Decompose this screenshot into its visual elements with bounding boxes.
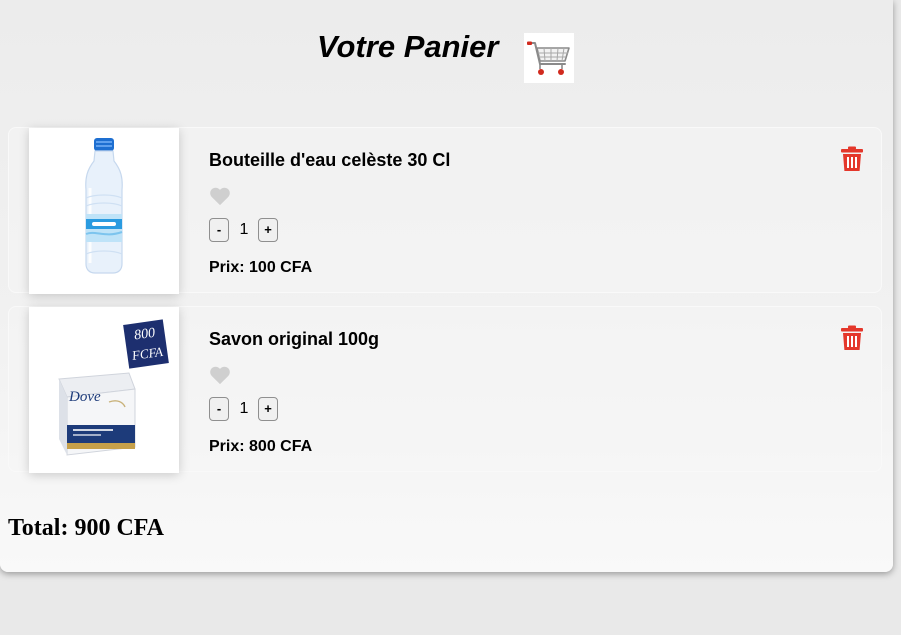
trash-icon[interactable]: [840, 325, 864, 351]
quantity-value: 1: [239, 400, 249, 417]
shopping-cart-icon: [524, 33, 574, 83]
cart-item: 800 FCFA Dove Savon original 100g - 1 +: [8, 306, 882, 473]
heart-icon[interactable]: [209, 365, 231, 385]
item-price: Prix: 800 CFA: [209, 438, 313, 455]
item-price: Prix: 100 CFA: [209, 259, 313, 276]
decrease-quantity-button[interactable]: -: [209, 397, 229, 421]
decrease-quantity-button[interactable]: -: [209, 218, 229, 242]
quantity-value: 1: [239, 221, 249, 238]
item-name: Savon original 100g: [209, 329, 380, 349]
cart-panel: Votre Panier Bouteille d'eau celèste 30 …: [0, 0, 893, 572]
increase-quantity-button[interactable]: +: [258, 397, 278, 421]
cart-total: Total: 900 CFA: [8, 515, 164, 541]
increase-quantity-button[interactable]: +: [258, 218, 278, 242]
water-bottle-image: [29, 128, 179, 294]
svg-text:800: 800: [133, 326, 156, 344]
dove-soap-image: 800 FCFA Dove: [29, 307, 179, 473]
item-name: Bouteille d'eau celèste 30 Cl: [209, 150, 451, 170]
cart-item: Bouteille d'eau celèste 30 Cl - 1 + Prix…: [8, 127, 882, 294]
page-title: Votre Panier: [317, 29, 499, 64]
heart-icon[interactable]: [209, 186, 231, 206]
svg-text:Dove: Dove: [68, 389, 101, 405]
trash-icon[interactable]: [840, 146, 864, 172]
